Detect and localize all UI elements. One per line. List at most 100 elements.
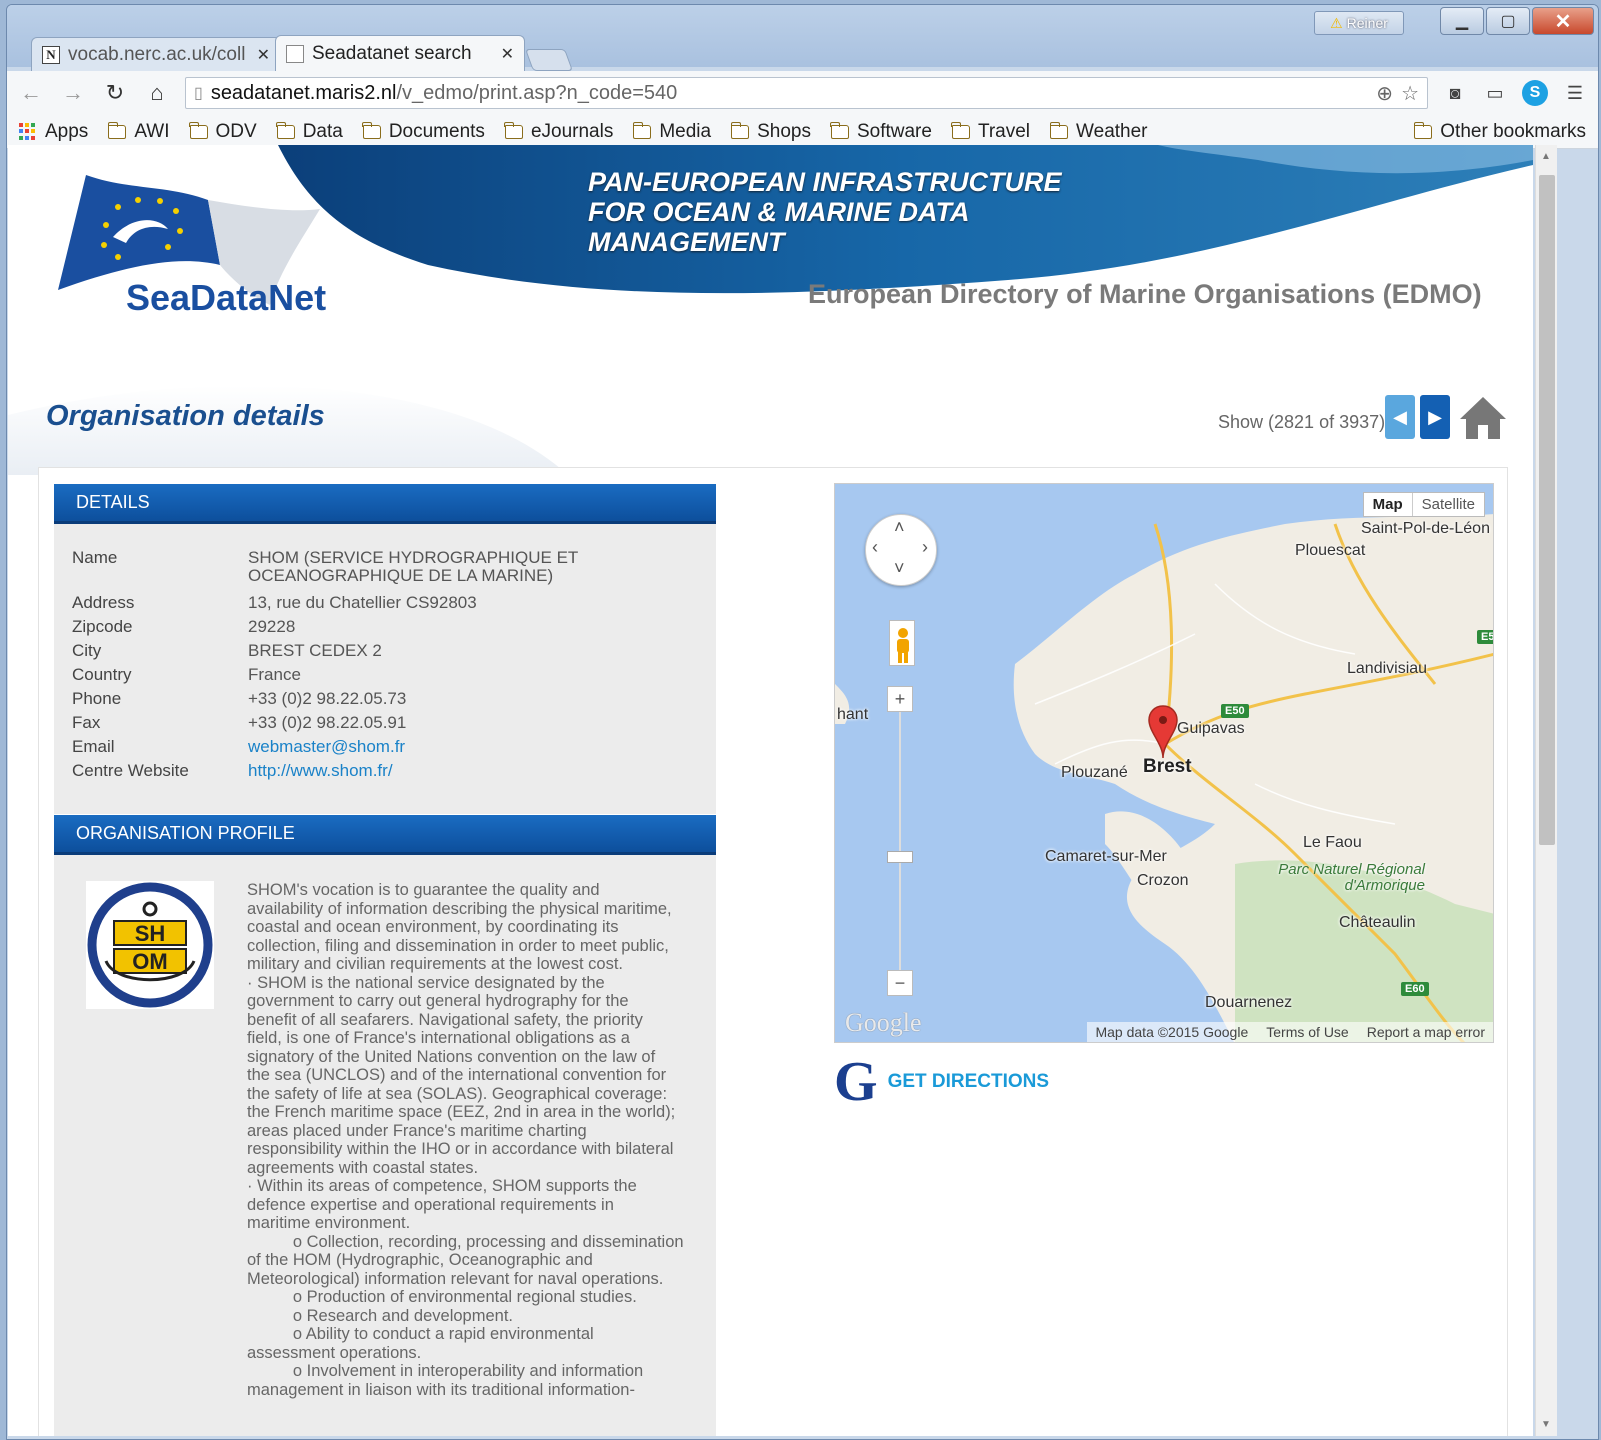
detail-row-zipcode: Zipcode 29228 [72, 615, 698, 639]
detail-row-address: Address 13, rue du Chatellier CS92803 [72, 591, 698, 615]
bookmark-awi[interactable]: AWI [107, 120, 170, 143]
folder-icon [730, 121, 750, 139]
tab-close-icon[interactable]: ✕ [257, 45, 270, 65]
bookmark-label: Weather [1076, 120, 1148, 142]
bookmark-documents[interactable]: Documents [362, 120, 485, 143]
map-park-label: Parc Naturel Régional d'Armorique [1278, 861, 1425, 894]
map-type-satellite-button[interactable]: Satellite [1413, 493, 1484, 516]
scroll-down-icon[interactable]: ▼ [1541, 1419, 1551, 1430]
zoom-in-button[interactable]: + [887, 686, 913, 712]
folder-icon [632, 121, 652, 139]
tab-title: vocab.nerc.ac.uk/coll [68, 43, 246, 65]
map-place-label: Le Faou [1303, 834, 1362, 851]
pan-right-icon[interactable]: › [922, 537, 928, 558]
bookmark-label: ODV [215, 120, 257, 142]
pocket-icon[interactable]: ◙ [1442, 80, 1468, 106]
tab-vocab[interactable]: N vocab.nerc.ac.uk/coll ✕ [31, 37, 281, 71]
seadatanet-logo[interactable]: SeaDataNet [126, 277, 326, 319]
scrollbar-thumb[interactable] [1539, 175, 1555, 845]
detail-label: Address [72, 593, 135, 612]
bookmark-label: AWI [134, 120, 170, 142]
pan-down-icon[interactable]: ˅ [894, 558, 905, 579]
email-link[interactable]: webmaster@shom.fr [248, 737, 405, 756]
profile-badge[interactable]: ⚠ Reiner [1314, 11, 1404, 35]
bookmark-label: Shops [757, 120, 811, 142]
details-header: DETAILS [54, 484, 716, 524]
apps-grid-icon [19, 122, 37, 141]
title-bar: ⚠ Reiner ▁ ▢ ✕ N vocab.nerc.ac.uk/coll ✕… [7, 5, 1598, 71]
maximize-button[interactable]: ▢ [1486, 7, 1530, 35]
detail-label: City [72, 641, 102, 660]
detail-value: BREST CEDEX 2 [248, 641, 382, 660]
bookmark-label: Documents [388, 120, 485, 142]
home-page-icon[interactable] [1458, 395, 1508, 441]
pan-up-icon[interactable]: ˄ [894, 517, 905, 538]
home-icon[interactable]: ⌂ [143, 79, 171, 107]
bookmark-apps[interactable]: Apps [19, 121, 88, 143]
zoom-slider-handle[interactable] [887, 851, 913, 863]
bookmark-odv[interactable]: ODV [189, 120, 257, 143]
minimize-button[interactable]: ▁ [1440, 7, 1484, 35]
map-data-credit: Map data ©2015 Google [1095, 1024, 1249, 1040]
pan-left-icon[interactable]: ‹ [872, 537, 878, 558]
cast-icon[interactable]: ▭ [1482, 80, 1508, 106]
zoom-icon[interactable]: ⊕ [1376, 81, 1393, 106]
bookmark-ejournals[interactable]: eJournals [504, 120, 614, 143]
other-bookmarks[interactable]: Other bookmarks [1413, 121, 1586, 143]
vertical-scrollbar[interactable]: ▲ ▼ [1535, 145, 1557, 1436]
zoom-out-button[interactable]: − [887, 970, 913, 996]
address-bar[interactable]: ▯ seadatanet.maris2.nl/v_edmo/print.asp?… [185, 77, 1428, 109]
bookmark-label: eJournals [530, 120, 614, 142]
detail-label: Phone [72, 689, 122, 708]
directory-title: European Directory of Marine Organisatio… [808, 279, 1482, 309]
tab-seadatanet[interactable]: Seadatanet search ✕ [275, 35, 525, 71]
pan-control[interactable]: ˄ ‹ › ˅ [865, 514, 937, 586]
back-icon[interactable]: ← [17, 79, 45, 107]
website-link[interactable]: http://www.shom.fr/ [248, 761, 393, 780]
get-directions-link[interactable]: G GET DIRECTIONS [834, 1054, 1049, 1110]
bookmark-media[interactable]: Media [632, 121, 711, 143]
tab-title: Seadatanet search [312, 42, 472, 64]
bookmark-shops[interactable]: Shops [730, 120, 811, 143]
folder-icon [1049, 121, 1069, 139]
tab-close-icon[interactable]: ✕ [501, 44, 514, 64]
map-place-label: Châteaulin [1339, 914, 1416, 931]
bookmark-software[interactable]: Software [830, 120, 932, 143]
scroll-up-icon[interactable]: ▲ [1541, 151, 1551, 162]
bookmark-label: Software [856, 120, 932, 142]
menu-icon[interactable]: ☰ [1562, 80, 1588, 106]
tagline-line: MANAGEMENT [588, 227, 785, 257]
details-panel: DETAILS Name SHOM (SERVICE HYDROGRAPHIQU… [54, 484, 716, 814]
detail-label: Email [72, 737, 115, 756]
reload-icon[interactable]: ↻ [101, 79, 129, 107]
next-record-button[interactable]: ▶ [1420, 395, 1450, 439]
new-tab-button[interactable] [524, 49, 574, 71]
location-pin-icon[interactable] [1147, 704, 1179, 760]
tagline-line: FOR OCEAN & MARINE DATA [588, 197, 970, 227]
map-type-map-button[interactable]: Map [1364, 493, 1413, 516]
bookmark-data[interactable]: Data [276, 120, 343, 143]
organisation-profile-panel: ORGANISATION PROFILE SH OM SHOM's vocati… [54, 815, 716, 1436]
map-place-label: hant [837, 706, 869, 723]
map-place-label: Guipavas [1177, 720, 1245, 737]
bookmark-weather[interactable]: Weather [1049, 120, 1148, 143]
report-map-error-link[interactable]: Report a map error [1367, 1024, 1485, 1040]
close-window-button[interactable]: ✕ [1532, 7, 1594, 35]
star-icon[interactable]: ☆ [1401, 81, 1419, 106]
terms-of-use-link[interactable]: Terms of Use [1266, 1024, 1348, 1040]
detail-label: Country [72, 665, 132, 684]
road-sign: E60 [1401, 982, 1429, 996]
map-attribution: Map data ©2015 Google Terms of Use Repor… [1087, 1022, 1493, 1042]
bookmark-travel[interactable]: Travel [951, 121, 1030, 143]
bookmark-label: Data [302, 120, 343, 142]
zoom-slider-track[interactable] [899, 694, 901, 994]
page-title: Organisation details [46, 400, 325, 432]
shom-logo: SH OM [86, 881, 214, 1009]
map-type-switch: Map Satellite [1362, 492, 1485, 517]
street-view-pegman-icon[interactable] [889, 620, 915, 666]
google-map[interactable]: Map Satellite ˄ ‹ › ˅ + − Saint-Pol-de-L… [834, 483, 1494, 1043]
skype-icon[interactable]: S [1522, 80, 1548, 106]
previous-record-button[interactable]: ◀ [1385, 395, 1415, 439]
forward-icon[interactable]: → [59, 79, 87, 107]
detail-row-fax: Fax +33 (0)2 98.22.05.91 [72, 711, 698, 735]
